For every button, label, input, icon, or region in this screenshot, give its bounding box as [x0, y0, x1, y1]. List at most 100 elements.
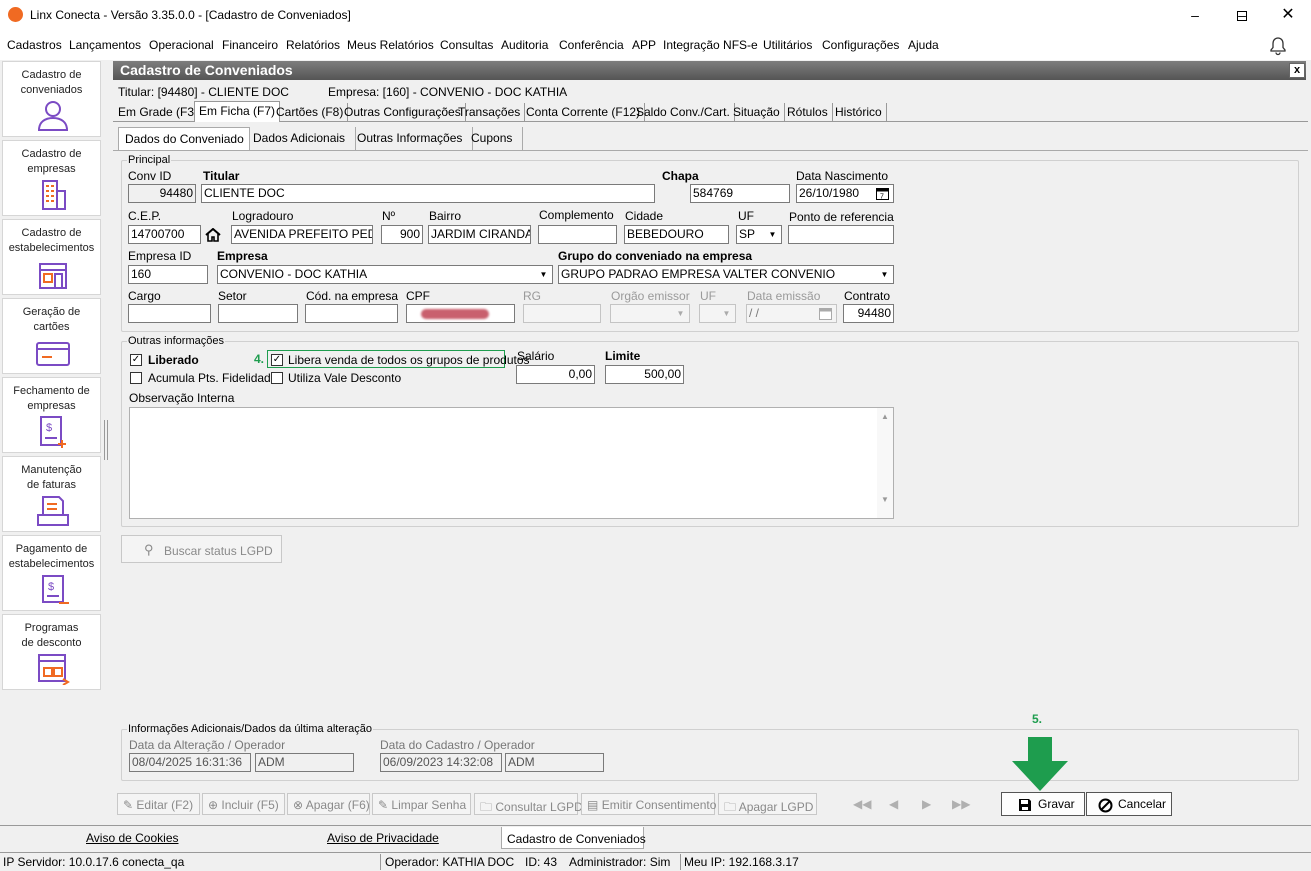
tab-cartoes[interactable]: Cartões (F8)	[272, 103, 349, 122]
menu-operacional[interactable]: Operacional	[149, 38, 214, 52]
empresa-id-field[interactable]: 160	[128, 265, 208, 284]
menu-auditoria[interactable]: Auditoria	[501, 38, 548, 52]
cancelar-button[interactable]: Cancelar	[1086, 792, 1172, 816]
tab-situacao[interactable]: Situação	[729, 103, 785, 122]
cod-empresa-field[interactable]	[305, 304, 398, 323]
tab-outras-configuracoes[interactable]: Outras Configurações	[340, 103, 466, 122]
bell-icon[interactable]	[1268, 36, 1288, 56]
vale-desconto-checkbox[interactable]	[271, 372, 283, 384]
contrato-field[interactable]: 94480	[843, 304, 894, 323]
ponto-referencia-label: Ponto de referencia	[789, 210, 894, 224]
ip-status: Meu IP: 192.168.3.17	[684, 855, 799, 869]
last-record-icon[interactable]: ▶▶	[952, 797, 970, 811]
tab-transacoes[interactable]: Transações	[454, 103, 526, 122]
scroll-down-icon[interactable]: ▼	[877, 495, 893, 504]
step-4-marker: 4.	[254, 352, 265, 366]
app-logo-icon	[8, 7, 23, 22]
acumula-checkbox[interactable]	[130, 372, 142, 384]
editar-button[interactable]: ✎ Editar (F2)	[117, 793, 200, 815]
vale-desconto-label: Utiliza Vale Desconto	[288, 371, 402, 385]
menu-meus-relatorios[interactable]: Meus Relatórios	[347, 38, 434, 52]
calendar-icon[interactable]: 7	[876, 187, 889, 200]
tab-rotulos[interactable]: Rótulos	[783, 103, 833, 122]
subtab-outras-informacoes[interactable]: Outras Informações	[347, 127, 474, 150]
tab-saldo[interactable]: Saldo Conv./Cart.	[632, 103, 735, 122]
uf-select[interactable]: SP ▼	[736, 225, 782, 244]
observacao-textarea[interactable]	[129, 407, 894, 519]
sidebar-item-estabelecimentos[interactable]: Cadastro de estabelecimentos	[2, 219, 101, 295]
sidebar-item-fechamento[interactable]: Fechamento de empresas $	[2, 377, 101, 453]
setor-label: Setor	[218, 289, 247, 303]
cidade-field[interactable]: BEBEDOURO	[624, 225, 729, 244]
tab-em-ficha[interactable]: Em Ficha (F7)	[194, 101, 281, 122]
menu-ajuda[interactable]: Ajuda	[908, 38, 939, 52]
menu-financeiro[interactable]: Financeiro	[222, 38, 278, 52]
sidebar-item-pagamento[interactable]: Pagamento de estabelecimentos $	[2, 535, 101, 611]
maximize-button[interactable]	[1219, 0, 1265, 30]
sidebar-item-conveniados[interactable]: Cadastro de conveniados	[2, 61, 101, 137]
empresa-select[interactable]: CONVENIO - DOC KATHIA ▼	[217, 265, 553, 284]
incluir-button[interactable]: ⊕ Incluir (F5)	[202, 793, 285, 815]
subtab-dados-adicionais[interactable]: Dados Adicionais	[243, 127, 357, 150]
scroll-up-icon[interactable]: ▲	[877, 412, 893, 421]
sidebar-item-faturas[interactable]: Manutenção de faturas	[2, 456, 101, 532]
bairro-field[interactable]: JARDIM CIRANDA	[428, 225, 531, 244]
complemento-field[interactable]	[538, 225, 617, 244]
menu-app[interactable]: APP	[632, 38, 656, 52]
aviso-cookies-link[interactable]: Aviso de Cookies	[86, 831, 179, 845]
buscar-lgpd-button[interactable]: ⚲ Buscar status LGPD	[121, 535, 282, 563]
ponto-referencia-field[interactable]	[788, 225, 894, 244]
menu-utilitarios[interactable]: Utilitários	[763, 38, 812, 52]
menu-lancamentos[interactable]: Lançamentos	[69, 38, 141, 52]
setor-field[interactable]	[218, 304, 298, 323]
uf2-select: ▼	[699, 304, 736, 323]
cpf-field[interactable]	[406, 304, 515, 323]
previous-record-icon[interactable]: ◀	[889, 797, 898, 811]
apagar-button[interactable]: ⊗ Apagar (F6)	[287, 793, 370, 815]
subtab-dados-conveniado[interactable]: Dados do Conveniado	[118, 127, 250, 150]
document-icon: ▤	[587, 798, 599, 812]
menu-configuracoes[interactable]: Configurações	[822, 38, 899, 52]
gravar-button[interactable]: Gravar	[1001, 792, 1085, 816]
menu-cadastros[interactable]: Cadastros	[7, 38, 62, 52]
menu-consultas[interactable]: Consultas	[440, 38, 493, 52]
limpar-senha-button[interactable]: ✎ Limpar Senha	[372, 793, 471, 815]
consultar-lgpd-button[interactable]: 🗀 Consultar LGPD	[474, 793, 583, 815]
next-record-icon[interactable]: ▶	[922, 797, 931, 811]
liberado-checkbox[interactable]: ✓	[130, 354, 142, 366]
grupo-select[interactable]: GRUPO PADRAO EMPRESA VALTER CONVENIO ▼	[558, 265, 894, 284]
close-window-button[interactable]: ✕	[1265, 0, 1311, 30]
first-record-icon[interactable]: ◀◀	[853, 797, 871, 811]
libera-venda-checkbox[interactable]: ✓	[271, 354, 283, 366]
cargo-field[interactable]	[128, 304, 211, 323]
sidebar-item-label: Fechamento de	[13, 385, 90, 397]
numero-field[interactable]: 900	[381, 225, 423, 244]
window-tab-cadastro[interactable]: Cadastro de Conveniados	[501, 827, 646, 849]
splitter-handle[interactable]	[104, 420, 108, 460]
tab-historico[interactable]: Histórico	[831, 103, 887, 122]
tab-em-grade[interactable]: Em Grade (F3)	[114, 103, 204, 122]
home-icon[interactable]	[205, 228, 221, 242]
sidebar-item-empresas[interactable]: Cadastro de empresas	[2, 140, 101, 216]
menu-conferencia[interactable]: Conferência	[559, 38, 624, 52]
salario-field[interactable]: 0,00	[516, 365, 595, 384]
menu-integracao-nfse[interactable]: Integração NFS-e	[663, 38, 758, 52]
observacao-scrollbar[interactable]: ▲ ▼	[877, 408, 893, 518]
titular-field[interactable]: CLIENTE DOC	[201, 184, 655, 203]
admin-status: Administrador: Sim	[569, 855, 671, 869]
apagar-lgpd-button[interactable]: 🗀 Apagar LGPD	[718, 793, 817, 815]
subtab-cupons[interactable]: Cupons	[461, 127, 524, 150]
logradouro-field[interactable]: AVENIDA PREFEITO PEDR	[231, 225, 373, 244]
emitir-consentimento-button[interactable]: ▤ Emitir Consentimento	[581, 793, 716, 815]
minimize-button[interactable]: –	[1172, 0, 1218, 30]
aviso-privacidade-link[interactable]: Aviso de Privacidade	[327, 831, 439, 845]
tab-conta-corrente[interactable]: Conta Corrente (F12)	[522, 103, 646, 122]
form-close-button[interactable]: x	[1289, 63, 1305, 78]
cep-field[interactable]: 14700700	[128, 225, 201, 244]
limite-field[interactable]: 500,00	[605, 365, 684, 384]
chapa-field[interactable]: 584769	[690, 184, 790, 203]
acumula-label: Acumula Pts. Fidelidade	[148, 371, 278, 385]
sidebar-item-cartoes[interactable]: Geração de cartões	[2, 298, 101, 374]
sidebar-item-programas[interactable]: Programas de desconto	[2, 614, 101, 690]
menu-relatorios[interactable]: Relatórios	[286, 38, 340, 52]
